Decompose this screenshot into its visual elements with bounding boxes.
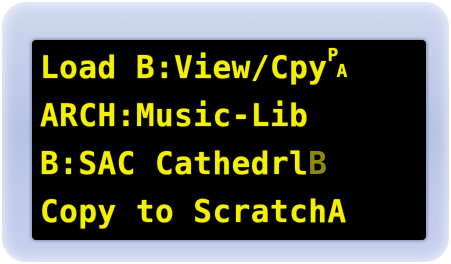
- display-bezel: Load B:View/Cpy P A ARCH:Music-Lib B:SAC…: [2, 2, 449, 262]
- page-indicator-bottom: A: [336, 61, 348, 82]
- line-4-text: Copy to ScratchA: [40, 194, 347, 230]
- line-1-text: Load B:View/Cpy: [40, 50, 328, 86]
- display-line-1: Load B:View/Cpy P A: [40, 45, 351, 88]
- display-line-2: ARCH:Music-Lib: [40, 96, 308, 136]
- display-line-4: Copy to ScratchA: [40, 192, 347, 232]
- page-indicator: P A: [327, 45, 351, 85]
- lcd-screen: Load B:View/Cpy P A ARCH:Music-Lib B:SAC…: [32, 40, 426, 240]
- line-3-text: B:SAC Cathedrl: [40, 146, 309, 182]
- line-2-text: ARCH:Music-Lib: [40, 98, 309, 134]
- line-3-status-char: B: [308, 146, 328, 182]
- display-line-3: B:SAC Cathedrl B: [40, 144, 327, 184]
